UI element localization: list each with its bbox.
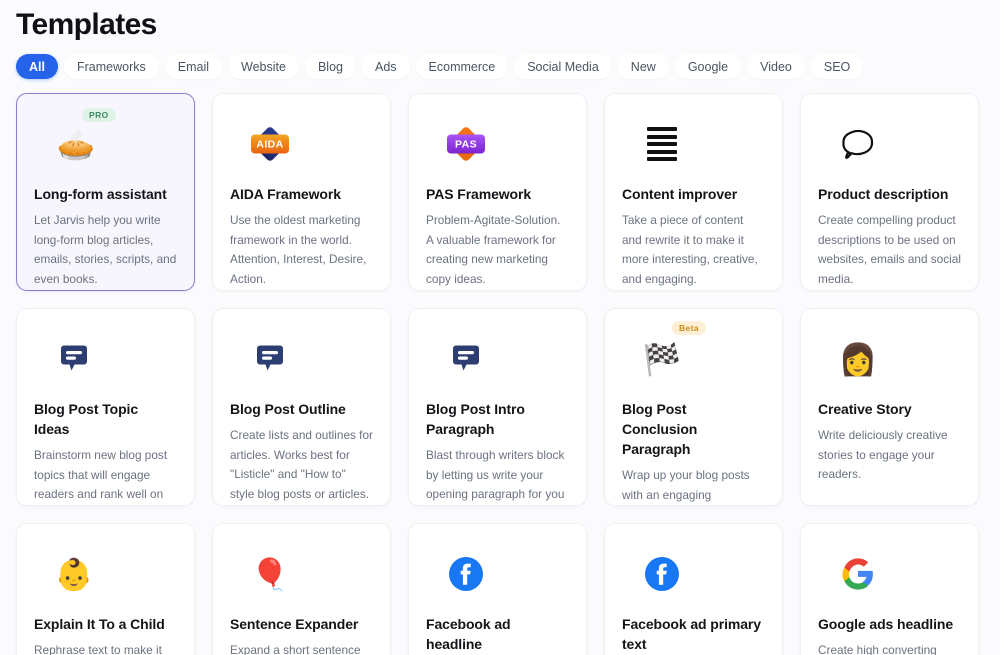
template-card[interactable]: Blog Post Topic Ideas Brainstorm new blog… xyxy=(16,308,195,506)
card-title: Blog Post Outline xyxy=(230,399,373,419)
template-card[interactable]: 🥧PROLong-form assistantLet Jarvis help y… xyxy=(16,93,195,291)
icon-label: AIDA xyxy=(251,135,289,154)
card-description: Problem-Agitate-Solution. A valuable fra… xyxy=(426,211,569,289)
icon-glyph: 🎈 xyxy=(251,559,290,590)
card-title: Explain It To a Child xyxy=(34,614,177,634)
card-title: Blog Post Intro Paragraph xyxy=(426,399,569,439)
speech-bubble-icon xyxy=(838,124,878,164)
card-description: Take a piece of content and rewrite it t… xyxy=(622,211,765,289)
card-title: Facebook ad headline xyxy=(426,614,569,654)
template-card[interactable]: Blog Post Outline Create lists and outlin… xyxy=(212,308,391,506)
card-icon-area xyxy=(426,546,569,602)
template-card[interactable]: 🏁BetaBlog Post Conclusion ParagraphWrap … xyxy=(604,308,783,506)
card-description: Let Jarvis help you write long-form blog… xyxy=(34,211,177,289)
card-icon-area xyxy=(34,331,177,387)
card-icon-area xyxy=(230,331,373,387)
card-title: Sentence Expander xyxy=(230,614,373,634)
tab-ecommerce[interactable]: Ecommerce xyxy=(416,54,509,79)
tab-ads[interactable]: Ads xyxy=(362,54,410,79)
card-description: Use the oldest marketing framework in th… xyxy=(230,211,373,289)
text-lines-icon xyxy=(642,124,682,164)
icon-glyph: 👶 xyxy=(55,559,94,590)
tab-new[interactable]: New xyxy=(618,54,669,79)
tab-blog[interactable]: Blog xyxy=(305,54,356,79)
card-description: Rephrase text to make it xyxy=(34,641,177,655)
card-description: Create high converting xyxy=(818,641,961,655)
tab-google[interactable]: Google xyxy=(675,54,741,79)
template-card[interactable]: 🎈 Sentence Expander Expand a short sentenc… xyxy=(212,523,391,655)
card-description: Wrap up your blog posts with an engaging… xyxy=(622,466,765,506)
aida-badge-icon: AIDA xyxy=(250,124,290,164)
card-title: AIDA Framework xyxy=(230,184,373,204)
icon-glyph: 🥧 xyxy=(57,129,96,160)
card-icon-area xyxy=(622,116,765,172)
beta-badge: Beta xyxy=(672,321,706,335)
tab-video[interactable]: Video xyxy=(747,54,805,79)
template-card[interactable]: 👩 Creative Story Write deliciously creativ… xyxy=(800,308,979,506)
card-title: Long-form assistant xyxy=(34,184,177,204)
card-icon-area: 🎈 xyxy=(230,546,373,602)
chat-message-icon xyxy=(250,339,290,379)
template-card[interactable]: Facebook ad headlineGenerate scroll-stop… xyxy=(408,523,587,655)
card-title: Product description xyxy=(818,184,961,204)
card-title: Blog Post Topic Ideas xyxy=(34,399,177,439)
tab-social-media[interactable]: Social Media xyxy=(514,54,612,79)
template-card-grid: 🥧PROLong-form assistantLet Jarvis help y… xyxy=(16,93,984,655)
card-icon-area xyxy=(818,116,961,172)
template-card[interactable]: Blog Post Intro Paragraph Blast through w… xyxy=(408,308,587,506)
page-title: Templates xyxy=(16,0,984,43)
facebook-icon xyxy=(446,554,486,594)
pie-slice-icon: 🥧PRO xyxy=(56,124,96,164)
chat-message-icon xyxy=(54,339,94,379)
icon-glyph: 🏁 xyxy=(643,344,682,375)
icon-label: PAS xyxy=(447,135,485,154)
category-tab-bar: AllFrameworksEmailWebsiteBlogAdsEcommerc… xyxy=(16,53,984,80)
icon-glyph: 👩 xyxy=(839,344,878,375)
card-icon-area: PAS xyxy=(426,116,569,172)
balloon-icon: 🎈 xyxy=(250,554,290,594)
card-icon-area: 🥧PRO xyxy=(34,116,177,172)
card-icon-area: 👩 xyxy=(818,331,961,387)
tab-website[interactable]: Website xyxy=(228,54,299,79)
card-description: Create compelling product descriptions t… xyxy=(818,211,961,289)
facebook-icon xyxy=(642,554,682,594)
card-title: Content improver xyxy=(622,184,765,204)
baby-icon: 👶 xyxy=(54,554,94,594)
card-title: Blog Post Conclusion Paragraph xyxy=(622,399,765,459)
card-description: Brainstorm new blog post topics that wil… xyxy=(34,446,177,506)
template-card[interactable]: Facebook ad primary text xyxy=(604,523,783,655)
template-card[interactable]: Content improver Take a piece of content … xyxy=(604,93,783,291)
pas-badge-icon: PAS xyxy=(446,124,486,164)
card-description: Blast through writers block by letting u… xyxy=(426,446,569,505)
card-icon-area: 👶 xyxy=(34,546,177,602)
card-title: Facebook ad primary text xyxy=(622,614,765,654)
templates-page: Templates AllFrameworksEmailWebsiteBlogA… xyxy=(0,0,1000,655)
card-icon-area xyxy=(818,546,961,602)
template-card[interactable]: AIDA AIDA Framework Use the oldest marketi… xyxy=(212,93,391,291)
card-icon-area: 🏁Beta xyxy=(622,331,765,387)
pro-badge: PRO xyxy=(82,108,116,122)
card-description: Expand a short sentence xyxy=(230,641,373,655)
tab-seo[interactable]: SEO xyxy=(811,54,863,79)
card-title: PAS Framework xyxy=(426,184,569,204)
card-title: Google ads headline xyxy=(818,614,961,634)
tab-frameworks[interactable]: Frameworks xyxy=(64,54,159,79)
template-card[interactable]: PAS PAS Framework Problem-Agitate-Solution… xyxy=(408,93,587,291)
chat-message-icon xyxy=(446,339,486,379)
person-icon: 👩 xyxy=(838,339,878,379)
card-title: Creative Story xyxy=(818,399,961,419)
card-icon-area xyxy=(426,331,569,387)
template-card[interactable]: 👶 Explain It To a Child Rephrase text to m… xyxy=(16,523,195,655)
checkered-flag-icon: 🏁Beta xyxy=(642,339,682,379)
google-icon xyxy=(838,554,878,594)
card-description: Create lists and outlines for articles. … xyxy=(230,426,373,504)
tab-all[interactable]: All xyxy=(16,54,58,79)
card-icon-area: AIDA xyxy=(230,116,373,172)
tab-email[interactable]: Email xyxy=(165,54,222,79)
card-icon-area xyxy=(622,546,765,602)
card-description: Write deliciously creative stories to en… xyxy=(818,426,961,485)
template-card[interactable]: Product description Create compelling pro… xyxy=(800,93,979,291)
template-card[interactable]: Google ads headline Create high convertin… xyxy=(800,523,979,655)
